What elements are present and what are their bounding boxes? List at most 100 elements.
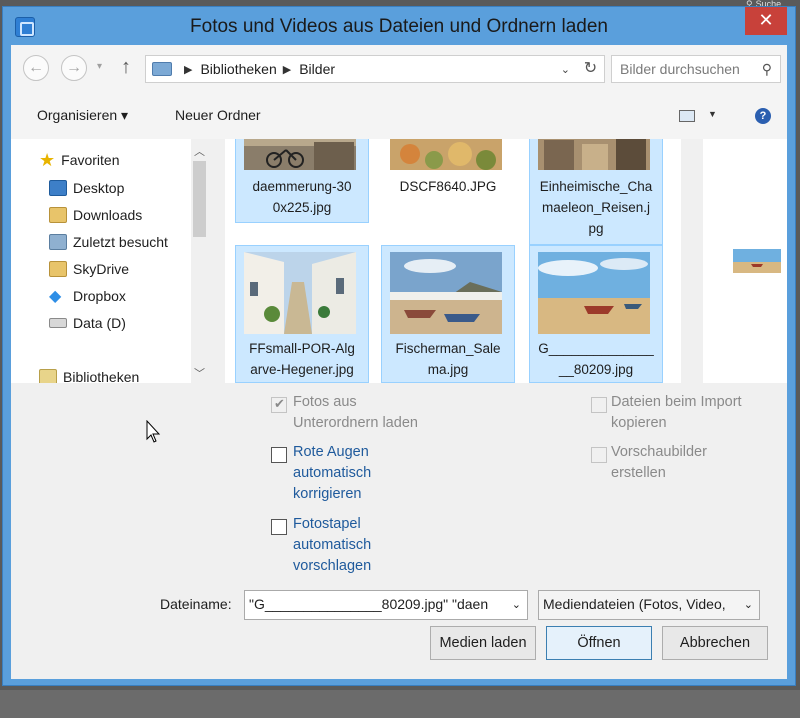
file-name: FFsmall-POR-Alg arve-Hegener.jpg [249, 341, 355, 377]
organize-menu[interactable]: Organisieren ▾ [37, 107, 128, 124]
downloads-icon [49, 207, 67, 223]
file-name: Einheimische_Cha maeleon_Reisen.j pg [539, 179, 653, 236]
file-tile[interactable]: Einheimische_Cha maeleon_Reisen.j pg [529, 139, 663, 245]
file-tile[interactable]: Fischerman_Sale ma.jpg [381, 245, 515, 383]
file-grid: daemmerung-30 0x225.jpg DSCF8640.JPG Ein… [225, 139, 681, 383]
open-dialog: Fotos und Videos aus Dateien und Ordnern… [2, 6, 796, 686]
red-eye-label[interactable]: Rote Augen automatisch korrigieren [293, 442, 371, 505]
open-button[interactable]: Öffnen [546, 626, 652, 660]
close-button[interactable]: ✕ [745, 7, 787, 35]
search-input[interactable]: Bilder durchsuchen ⚲ [611, 55, 781, 83]
sidebar-item-desktop[interactable]: Desktop [49, 177, 124, 199]
sidebar-item-skydrive[interactable]: SkyDrive [49, 258, 129, 280]
address-bar[interactable]: ▶ Bibliotheken ▶ Bilder ⌄ [145, 55, 579, 83]
title-bar: Fotos und Videos aus Dateien und Ordnern… [3, 7, 795, 45]
file-name: DSCF8640.JPG [399, 179, 497, 194]
sidebar-item-data-d[interactable]: Data (D) [49, 312, 126, 334]
sidebar-item-label: Bibliotheken [63, 369, 140, 383]
scrollbar-thumb[interactable] [193, 161, 206, 237]
up-button[interactable]: ↑ [121, 56, 131, 79]
sidebar-item-dropbox[interactable]: ◆ Dropbox [49, 285, 126, 307]
desktop-icon [49, 180, 67, 196]
search-icon[interactable]: ⚲ [762, 61, 772, 78]
search-placeholder: Bilder durchsuchen [620, 61, 740, 77]
filename-input[interactable]: "G_______________80209.jpg" "daen ⌄ [244, 590, 528, 620]
breadcrumb-chevron-icon[interactable]: ▶ [283, 63, 291, 76]
photo-stacks-label[interactable]: Fotostapel automatisch vorschlagen [293, 514, 371, 577]
thumbnail-image [538, 252, 650, 334]
filetype-value: Mediendateien (Fotos, Video, [543, 596, 726, 612]
command-bar: Organisieren ▾ Neuer Ordner ▼ ? [11, 91, 787, 139]
file-name: Fischerman_Sale ma.jpg [395, 341, 501, 377]
filetype-dropdown-icon[interactable]: ⌄ [741, 598, 753, 611]
breadcrumb-chevron-icon[interactable]: ▶ [184, 63, 192, 76]
sidebar-item-label: Downloads [73, 207, 143, 223]
thumbnail-image [390, 139, 502, 170]
thumbnails-checkbox[interactable] [591, 447, 607, 463]
subfolders-checkbox[interactable]: ✔ [271, 396, 287, 413]
photo-stacks-checkbox[interactable] [271, 519, 287, 535]
sidebar-scrollbar[interactable]: ︿ ﹀ [191, 139, 207, 383]
sidebar-item-downloads[interactable]: Downloads [49, 204, 142, 226]
preview-pane [703, 139, 787, 383]
thumbnail-image [244, 252, 356, 334]
dialog-title: Fotos und Videos aus Dateien und Ordnern… [190, 16, 608, 37]
view-mode-icon[interactable] [679, 110, 695, 122]
checkmark-icon: ✔ [274, 396, 285, 411]
new-folder-button[interactable]: Neuer Ordner [175, 107, 261, 123]
sidebar-item-favoriten[interactable]: ★ Favoriten [39, 149, 120, 171]
forward-button[interactable]: → [61, 55, 87, 81]
refresh-button[interactable]: ↻ [577, 55, 605, 83]
drive-icon [49, 318, 67, 328]
subfolders-label: Fotos aus Unterordnern laden [293, 394, 418, 431]
libraries-icon [39, 369, 57, 383]
address-dropdown-icon[interactable]: ⌄ [553, 63, 578, 76]
dialog-client: ← → ▾ ↑ ▶ Bibliotheken ▶ Bilder ⌄ ↻ Bild… [11, 45, 787, 679]
sidebar-item-label: Data (D) [73, 315, 126, 331]
file-name: daemmerung-30 0x225.jpg [252, 179, 352, 215]
history-chevron-icon[interactable]: ▾ [97, 61, 102, 72]
filetype-select[interactable]: Mediendateien (Fotos, Video, ⌄ [538, 590, 760, 620]
view-mode-chevron-icon[interactable]: ▼ [708, 109, 717, 119]
skydrive-icon [49, 261, 67, 277]
help-icon[interactable]: ? [755, 108, 771, 124]
sidebar-item-recent[interactable]: Zuletzt besucht [49, 231, 168, 253]
thumbnail-image [538, 139, 650, 170]
breadcrumb-bibliotheken[interactable]: Bibliotheken [200, 61, 276, 77]
scroll-up-icon[interactable]: ︿ [191, 143, 207, 159]
mouse-cursor-icon [146, 420, 161, 443]
forward-arrow-icon: → [66, 59, 82, 76]
recent-icon [49, 234, 67, 250]
file-tile[interactable]: daemmerung-30 0x225.jpg [235, 139, 369, 223]
sidebar-item-label: SkyDrive [73, 261, 130, 277]
load-media-button[interactable]: Medien laden [430, 626, 536, 660]
sidebar-item-label: Desktop [73, 180, 125, 196]
sidebar-item-label: Favoriten [61, 152, 120, 168]
scroll-down-icon[interactable]: ﹀ [191, 365, 207, 381]
file-tile[interactable]: DSCF8640.JPG [381, 139, 515, 201]
sidebar-item-label: Dropbox [73, 288, 126, 304]
breadcrumb-bilder[interactable]: Bilder [299, 61, 335, 77]
navigation-bar: ← → ▾ ↑ ▶ Bibliotheken ▶ Bilder ⌄ ↻ Bild… [11, 45, 787, 91]
filename-label: Dateiname: [160, 596, 232, 612]
filename-value: "G_______________80209.jpg" "daen [249, 596, 489, 612]
desktop-background [0, 690, 800, 718]
file-tile[interactable]: FFsmall-POR-Alg arve-Hegener.jpg [235, 245, 369, 383]
file-name: G______________ __80209.jpg [538, 341, 654, 377]
filename-dropdown-icon[interactable]: ⌄ [512, 598, 521, 611]
dropbox-icon: ◆ [49, 288, 62, 305]
star-icon: ★ [39, 149, 56, 170]
copy-files-checkbox[interactable] [591, 397, 607, 413]
cancel-button[interactable]: Abbrechen [662, 626, 768, 660]
preview-image [733, 249, 781, 273]
back-button[interactable]: ← [23, 55, 49, 81]
file-tile[interactable]: G______________ __80209.jpg [529, 245, 663, 383]
sidebar-item-bibliotheken[interactable]: Bibliotheken [39, 366, 139, 383]
red-eye-checkbox[interactable] [271, 447, 287, 463]
copy-files-label: Dateien beim Import kopieren [611, 394, 742, 431]
thumbnail-image [244, 139, 356, 170]
libraries-icon [152, 62, 172, 76]
back-arrow-icon: ← [28, 59, 44, 76]
navigation-pane: ★ Favoriten Desktop Downloads Zuletzt be… [11, 139, 207, 383]
thumbnail-image [390, 252, 502, 334]
